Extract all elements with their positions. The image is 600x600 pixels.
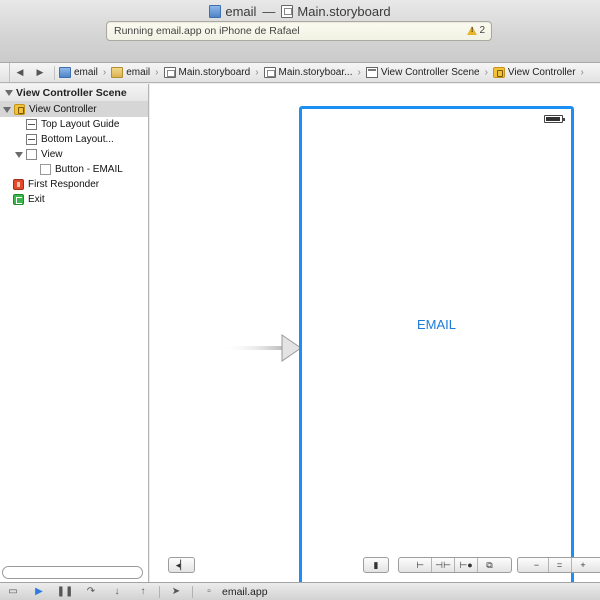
view-controller-frame[interactable]: EMAIL: [299, 106, 574, 596]
breadcrumb-storyboard[interactable]: Main.storyboard: [163, 67, 251, 78]
outline-item-label: View: [41, 149, 63, 160]
disclosure-triangle-icon[interactable]: [5, 89, 13, 96]
initial-scene-arrow-icon: [222, 334, 302, 362]
outline-item-label: First Responder: [28, 179, 100, 190]
size-class-button[interactable]: ▮: [363, 557, 389, 573]
chevron-left-icon[interactable]: ◀: [10, 67, 30, 78]
layout-guide-icon: [26, 119, 37, 130]
window-file-name: Main.storyboard: [297, 3, 391, 19]
window-title: email — Main.storyboard: [0, 3, 600, 19]
warning-indicator[interactable]: 2: [467, 25, 485, 36]
step-out-icon[interactable]: ↑: [130, 583, 156, 600]
breadcrumb-scene[interactable]: View Controller Scene: [365, 67, 480, 78]
outline-item-label: Bottom Layout...: [41, 134, 114, 145]
jump-bar: ◀ ▶ email › email › Main.storyboard › Ma…: [0, 63, 600, 83]
email-button[interactable]: EMAIL: [302, 317, 571, 332]
outline-item-label: Button - EMAIL: [55, 164, 123, 175]
breadcrumb-label: View Controller Scene: [380, 67, 480, 78]
pin-icon[interactable]: ⊣⊢: [432, 558, 455, 572]
project-icon: [209, 4, 222, 18]
breadcrumb-chevron-icon: ›: [155, 67, 159, 78]
breadcrumb-label: View Controller: [507, 67, 576, 78]
breadcrumb-label: Main.storyboard: [178, 67, 251, 78]
location-icon[interactable]: ➤: [163, 583, 189, 600]
related-items-button[interactable]: [0, 63, 10, 82]
window-title-separator: —: [262, 3, 276, 19]
activity-viewer[interactable]: Running email.app on iPhone de Rafael 2: [106, 21, 492, 41]
window-project-name: email: [225, 3, 257, 19]
exit-icon: [13, 194, 24, 205]
debug-target-label: email.app: [222, 585, 268, 598]
outline-filter-field[interactable]: [2, 566, 143, 579]
breakpoints-toggle-icon[interactable]: ▶: [26, 583, 52, 600]
storyboard-icon: [281, 4, 294, 18]
warning-count: 2: [479, 25, 485, 36]
outline-item-view[interactable]: View: [0, 147, 148, 162]
resolve-icon: ▮: [373, 559, 379, 570]
zoom-out-icon[interactable]: −: [526, 558, 549, 572]
toggle-outline-button[interactable]: ◂▏: [168, 557, 195, 573]
zoom-actual-icon[interactable]: =: [549, 558, 572, 572]
outline-item-exit[interactable]: Exit: [0, 192, 148, 207]
document-outline: View Controller Scene View Controller To…: [0, 84, 149, 582]
disclosure-triangle-icon[interactable]: [15, 151, 23, 158]
chevron-right-icon[interactable]: ▶: [30, 67, 50, 78]
outline-item-label: View Controller: [29, 104, 97, 115]
zoom-tools-group: − = +: [517, 557, 600, 573]
breadcrumb-chevron-icon: ›: [484, 67, 488, 78]
pause-icon[interactable]: ❚❚: [52, 583, 78, 600]
layout-tools-group: ⊢ ⊣⊢ ⊢● ⧉: [398, 557, 512, 573]
outline-scene-header[interactable]: View Controller Scene: [0, 84, 148, 102]
step-into-icon[interactable]: ↓: [104, 583, 130, 600]
storyboard-icon: [163, 67, 176, 78]
folder-icon: [111, 67, 124, 78]
sidebar-toggle-icon: ◂▏: [175, 559, 188, 570]
disclosure-triangle-icon[interactable]: [3, 106, 11, 113]
first-responder-icon: [13, 179, 24, 190]
breadcrumb-label: Main.storyboar...: [278, 67, 353, 78]
resizing-icon[interactable]: ⧉: [478, 558, 501, 572]
zoom-in-icon[interactable]: +: [572, 558, 595, 572]
battery-icon: [544, 115, 565, 123]
breadcrumb-chevron-icon: ›: [357, 67, 361, 78]
breadcrumb-label: email: [74, 67, 98, 78]
outline-item-label: Exit: [28, 194, 45, 205]
resolve-issues-icon[interactable]: ⊢●: [455, 558, 478, 572]
align-icon[interactable]: ⊢: [409, 558, 432, 572]
breadcrumb-folder[interactable]: email: [111, 67, 150, 78]
outline-item-label: Top Layout Guide: [41, 119, 120, 130]
breadcrumb-chevron-icon: ›: [580, 67, 584, 78]
breadcrumb-label: email: [126, 67, 151, 78]
debug-bar-divider: [192, 585, 193, 598]
layout-guide-icon: [26, 134, 37, 145]
scene-icon: [365, 67, 378, 78]
outline-header-label: View Controller Scene: [16, 86, 127, 99]
outline-item-button-email[interactable]: Button - EMAIL: [0, 162, 148, 177]
breadcrumb-chevron-icon: ›: [255, 67, 259, 78]
breadcrumb-chevron-icon: ›: [102, 67, 107, 78]
warning-icon: [467, 26, 478, 35]
outline-item-top-layout-guide[interactable]: Top Layout Guide: [0, 117, 148, 132]
outline-item-bottom-layout-guide[interactable]: Bottom Layout...: [0, 132, 148, 147]
outline-item-first-responder[interactable]: First Responder: [0, 177, 148, 192]
view-icon: [26, 149, 37, 160]
app-target-icon: ▫: [207, 586, 211, 597]
button-icon: [40, 164, 51, 175]
hide-debug-area-icon[interactable]: ▭: [0, 583, 26, 600]
storyboard-icon: [263, 67, 276, 78]
jump-bar-divider: [54, 65, 55, 80]
breadcrumb-project[interactable]: email: [59, 67, 98, 78]
debug-bar: ▭ ▶ ❚❚ ↷ ↓ ↑ ➤ ▫ email.app: [0, 582, 600, 600]
view-controller-icon: [492, 67, 505, 78]
step-over-icon[interactable]: ↷: [78, 583, 104, 600]
project-icon: [59, 67, 71, 78]
window-titlebar: email — Main.storyboard Running email.ap…: [0, 0, 600, 63]
outline-item-view-controller[interactable]: View Controller: [0, 102, 148, 117]
activity-status-text: Running email.app on iPhone de Rafael: [114, 25, 300, 37]
breadcrumb-storyboard-base[interactable]: Main.storyboar...: [263, 67, 353, 78]
breadcrumb-view-controller[interactable]: View Controller: [492, 67, 576, 78]
view-controller-icon: [14, 104, 25, 115]
debug-bar-divider: [159, 585, 160, 598]
